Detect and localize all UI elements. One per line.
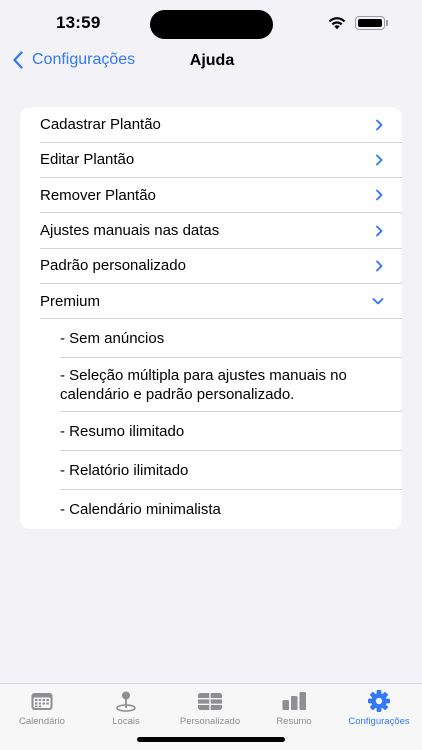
status-bar: 13:59 <box>0 0 422 48</box>
premium-feature: - Resumo ilimitado <box>20 412 402 451</box>
page-title: Ajuda <box>189 52 235 69</box>
battery-cap <box>386 20 388 26</box>
tab-configuracoes[interactable]: Configurações <box>336 684 422 734</box>
chevron-right-icon <box>376 225 383 236</box>
battery-icon <box>355 16 385 30</box>
table-icon <box>198 693 222 710</box>
tab-label: Calendário <box>19 716 65 727</box>
home-indicator <box>137 737 285 742</box>
chevron-right-icon <box>376 154 383 166</box>
help-item-label: Ajustes manuais nas datas <box>40 222 220 240</box>
help-screen: 13:59 Configurações Ajuda Cadastrar Plan… <box>0 0 422 750</box>
navigation-bar: Configurações Ajuda <box>0 48 422 76</box>
help-item-ajustes-manuais[interactable]: Ajustes manuais nas datas <box>20 213 402 249</box>
tab-locais[interactable]: Locais <box>84 684 168 734</box>
help-item-label: Editar Plantão <box>40 151 135 169</box>
tab-label: Configurações <box>348 716 410 727</box>
dynamic-island <box>150 10 273 39</box>
battery-level <box>357 18 383 28</box>
chevron-right-icon <box>376 260 383 272</box>
calendar-icon <box>31 693 53 710</box>
status-time: 13:59 <box>56 13 101 32</box>
tab-label: Resumo <box>276 716 312 727</box>
help-item-label: Cadastrar Plantão <box>40 116 161 134</box>
bar-chart-icon <box>282 692 306 710</box>
help-item-remover-plantao[interactable]: Remover Plantão <box>20 178 402 214</box>
help-list: Cadastrar Plantão Editar Plantão Remover… <box>20 107 402 529</box>
map-pin-icon <box>116 691 136 712</box>
help-item-label: Remover Plantão <box>40 186 156 204</box>
help-item-label: Padrão personalizado <box>40 257 186 275</box>
premium-feature: - Sem anúncios <box>20 319 402 358</box>
premium-feature: - Relatório ilimitado <box>20 451 402 490</box>
tab-resumo[interactable]: Resumo <box>252 684 336 734</box>
help-item-label: Premium <box>40 292 101 310</box>
help-item-cadastrar-plantao[interactable]: Cadastrar Plantão <box>20 107 402 143</box>
chevron-right-icon <box>376 119 383 131</box>
help-item-padrao-personalizado[interactable]: Padrão personalizado <box>20 248 402 284</box>
tab-label: Personalizado <box>179 716 241 727</box>
premium-feature: - Seleção múltipla para ajustes manuais … <box>20 358 402 412</box>
chevron-right-icon <box>376 189 383 201</box>
wifi-icon <box>328 17 346 30</box>
tab-label: Locais <box>112 716 140 727</box>
tab-calendario[interactable]: Calendário <box>0 684 84 734</box>
premium-feature: - Calendário minimalista <box>60 500 221 518</box>
chevron-down-icon <box>372 297 384 305</box>
tab-personalizado[interactable]: Personalizado <box>168 684 252 734</box>
help-item-editar-plantao[interactable]: Editar Plantão <box>20 142 402 178</box>
help-item-premium[interactable]: Premium <box>20 283 402 320</box>
gear-icon <box>368 690 390 712</box>
